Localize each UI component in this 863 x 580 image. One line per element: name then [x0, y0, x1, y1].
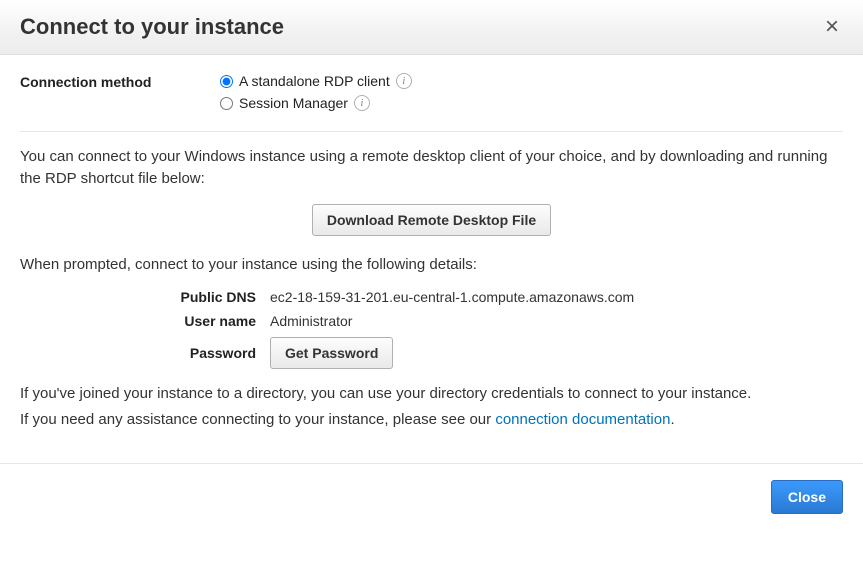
dialog-header: Connect to your instance ×	[0, 0, 863, 55]
public-dns-value: ec2-18-159-31-201.eu-central-1.compute.a…	[270, 289, 843, 305]
download-row: Download Remote Desktop File	[20, 204, 843, 236]
user-name-label: User name	[20, 313, 270, 329]
user-name-value: Administrator	[270, 313, 843, 329]
radio-session-manager[interactable]: Session Manager i	[220, 95, 843, 111]
public-dns-label: Public DNS	[20, 289, 270, 305]
radio-rdp-client-label: A standalone RDP client	[239, 73, 390, 89]
connect-instance-dialog: Connect to your instance × Connection me…	[0, 0, 863, 530]
connection-method-row: Connection method A standalone RDP clien…	[20, 73, 843, 117]
close-icon[interactable]: ×	[821, 15, 843, 39]
prompt-text: When prompted, connect to your instance …	[20, 254, 843, 276]
password-value: Get Password	[270, 337, 843, 369]
assistance-text: If you need any assistance connecting to…	[20, 409, 843, 431]
connection-documentation-link[interactable]: connection documentation	[495, 411, 670, 428]
divider	[20, 131, 843, 132]
public-dns-row: Public DNS ec2-18-159-31-201.eu-central-…	[20, 289, 843, 305]
radio-rdp-client[interactable]: A standalone RDP client i	[220, 73, 843, 89]
download-rdp-button[interactable]: Download Remote Desktop File	[312, 204, 551, 236]
assist-suffix: .	[670, 411, 674, 428]
assist-prefix: If you need any assistance connecting to…	[20, 411, 495, 428]
connection-method-options: A standalone RDP client i Session Manage…	[220, 73, 843, 117]
get-password-button[interactable]: Get Password	[270, 337, 393, 369]
radio-session-manager-input[interactable]	[220, 97, 233, 110]
password-label: Password	[20, 345, 270, 361]
dialog-footer: Close	[0, 463, 863, 530]
radio-session-manager-label: Session Manager	[239, 95, 348, 111]
connection-method-label: Connection method	[20, 73, 220, 90]
directory-note: If you've joined your instance to a dire…	[20, 383, 843, 405]
connection-details: Public DNS ec2-18-159-31-201.eu-central-…	[20, 289, 843, 369]
close-button[interactable]: Close	[771, 480, 843, 514]
radio-rdp-client-input[interactable]	[220, 75, 233, 88]
intro-text: You can connect to your Windows instance…	[20, 146, 843, 190]
info-icon[interactable]: i	[354, 95, 370, 111]
dialog-body: Connection method A standalone RDP clien…	[0, 55, 863, 463]
password-row: Password Get Password	[20, 337, 843, 369]
info-icon[interactable]: i	[396, 73, 412, 89]
user-name-row: User name Administrator	[20, 313, 843, 329]
dialog-title: Connect to your instance	[20, 14, 284, 40]
